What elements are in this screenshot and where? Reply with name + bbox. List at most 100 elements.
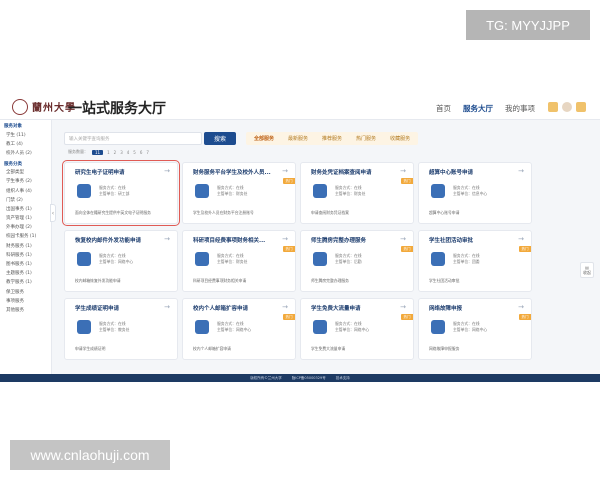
arrow-right-icon[interactable]: → [400, 167, 406, 175]
form-icon [431, 252, 445, 266]
category-tab[interactable]: 收藏服务 [384, 135, 416, 142]
card-description: 申请查阅财务凭证档案 [311, 210, 349, 215]
pager-page[interactable]: 7 [146, 150, 149, 155]
sidebar-item[interactable]: 教学服务 (1) [0, 278, 51, 287]
service-card[interactable]: 财务服务平台学生及校外人员... → 热门 服务方式：在线 主管单位：财务处 学生及校外人… [182, 162, 296, 224]
top-navigation: 首页 服务大厅 我的事项 [436, 103, 535, 114]
sidebar-item[interactable]: 学生 (11) [0, 130, 51, 139]
category-tab[interactable]: 最新服务 [282, 135, 314, 142]
sidebar-item[interactable]: 学生事务 (2) [0, 177, 51, 186]
sidebar-item[interactable]: 资产管理 (1) [0, 214, 51, 223]
sidebar-item[interactable]: 出国事务 (1) [0, 204, 51, 213]
service-card[interactable]: 学生免费大流量申请 → 热门 服务方式：在线 主管单位：网络中心 学生免费大流量申请 [300, 298, 414, 360]
globe-icon [77, 252, 91, 266]
sidebar-item[interactable]: 教工 (4) [0, 139, 51, 148]
sidebar-item[interactable]: 保卫服务 [0, 287, 51, 296]
arrow-right-icon[interactable]: → [282, 235, 288, 243]
category-tab[interactable]: 全部服务 [248, 135, 280, 142]
pager-page[interactable]: 4 [127, 150, 130, 155]
apps-icon[interactable] [548, 102, 558, 112]
pager-page[interactable]: 1 [107, 150, 110, 155]
card-description: 学生及校外人员在财务平台注册账号 [193, 210, 254, 215]
arrow-right-icon[interactable]: → [400, 303, 406, 311]
mail-icon [195, 320, 209, 334]
search-button[interactable]: 搜索 [204, 132, 236, 145]
arrow-right-icon[interactable]: → [400, 235, 406, 243]
card-meta: 服务方式：在线 主管单位：网络中心 [335, 321, 369, 333]
nav-home[interactable]: 首页 [436, 103, 451, 114]
sidebar-item[interactable]: 全部类型 [0, 168, 51, 177]
sidebar-item[interactable]: 事项服务 [0, 296, 51, 305]
service-card[interactable]: 学生社团活动审批 → 热门 服务方式：在线 主管单位：团委 学生社团活动审批 [418, 230, 532, 292]
float-button-label: 收起 [583, 269, 591, 275]
card-meta: 服务方式：在线 主管单位：信息中心 [453, 185, 487, 197]
arrow-right-icon[interactable]: → [282, 167, 288, 175]
service-card[interactable]: 研究生电子证明申请 → 服务方式：在线 主管单位：研工部 面向全体在籍研究生提供中英文电… [62, 160, 180, 226]
hot-badge: 热门 [401, 178, 413, 184]
card-department: 主管单位：网络中心 [453, 327, 488, 332]
card-department: 主管单位：财务处 [335, 191, 366, 196]
card-description: 面向全体在籍研究生提供中英文电子证明服务 [75, 210, 151, 215]
clipboard-icon [313, 252, 327, 266]
notification-icon[interactable] [576, 102, 586, 112]
sidebar-item[interactable]: 科研服务 (1) [0, 250, 51, 259]
nav-service-hall[interactable]: 服务大厅 [463, 103, 493, 114]
float-collapse-button[interactable]: ▤ 收起 [580, 262, 594, 278]
sidebar-collapse-button[interactable]: ‹ [50, 204, 56, 222]
sidebar-item[interactable]: 外事办理 (2) [0, 223, 51, 232]
card-department: 主管单位：网络中心 [335, 327, 370, 332]
avatar-icon[interactable] [562, 102, 572, 112]
flask-icon [431, 184, 445, 198]
service-card[interactable]: 学生成绩证明申请 → 服务方式：在线 主管单位：教务处 申请学生成绩证明 [64, 298, 178, 360]
service-card[interactable]: 校内个人邮箱扩容申请 → 热门 服务方式：在线 主管单位：网络中心 校内个人邮箱扩容申请 [182, 298, 296, 360]
search-input[interactable]: 输入关键字查询服务 [64, 132, 202, 145]
card-title: 恢复校内邮件外发功能申请 [75, 238, 142, 244]
category-tab[interactable]: 热门服务 [350, 135, 382, 142]
card-department: 主管单位：财务处 [217, 259, 248, 264]
sidebar-item[interactable]: 组织人事 (4) [0, 186, 51, 195]
arrow-right-icon[interactable]: → [518, 167, 524, 175]
service-card[interactable]: 财务处凭证档案查阅申请 → 热门 服务方式：在线 主管单位：财务处 申请查阅财务凭证档案 [300, 162, 414, 224]
toolbar: 输入关键字查询服务 搜索 全部服务 最新服务 推荐服务 热门服务 收藏服务 [64, 130, 584, 146]
arrow-right-icon[interactable]: → [164, 167, 170, 175]
pager-page[interactable]: 2 [114, 150, 117, 155]
category-tab[interactable]: 推荐服务 [316, 135, 348, 142]
sidebar: 服务对象 学生 (11) 教工 (4) 校外人员 (2) 服务分类 全部类型 学生事务 (2… [0, 120, 52, 374]
category-tabs: 全部服务 最新服务 推荐服务 热门服务 收藏服务 [246, 132, 419, 145]
sidebar-item[interactable]: 图书服务 (1) [0, 259, 51, 268]
arrow-right-icon[interactable]: → [282, 303, 288, 311]
card-meta: 服务方式：在线 主管单位：团委 [453, 253, 480, 265]
service-card[interactable]: 恢复校内邮件外发功能申请 → 服务方式：在线 主管单位：网络中心 校内邮箱恢复外发功能申… [64, 230, 178, 292]
pager-page[interactable]: 6 [140, 150, 143, 155]
sidebar-item[interactable]: 校外人员 (2) [0, 148, 51, 157]
sidebar-item[interactable]: 其他服务 [0, 305, 51, 314]
arrow-right-icon[interactable]: → [518, 235, 524, 243]
arrow-right-icon[interactable]: → [164, 303, 170, 311]
sidebar-item[interactable]: 财务服务 (1) [0, 241, 51, 250]
service-card-grid: 研究生电子证明申请 → 服务方式：在线 主管单位：研工部 面向全体在籍研究生提供中英文电… [62, 160, 532, 362]
hot-badge: 热门 [401, 246, 413, 252]
service-card[interactable]: 师生腾房完整办理服务 → 热门 服务方式：在线 主管单位：后勤 师生腾房完整办理服务 [300, 230, 414, 292]
card-title: 学生免费大流量申请 [311, 306, 361, 312]
hot-badge: 热门 [401, 314, 413, 320]
arrow-right-icon[interactable]: → [518, 303, 524, 311]
card-meta: 服务方式：在线 主管单位：网络中心 [99, 253, 133, 265]
service-hall-app: 蘭州大學 一站式服务大厅 首页 服务大厅 我的事项 服务对象 学生 (11) 教工 … [0, 94, 600, 382]
card-department: 主管单位：财务处 [217, 191, 248, 196]
data-icon [313, 320, 327, 334]
network-icon [431, 320, 445, 334]
sidebar-item[interactable]: 主题服务 (1) [0, 269, 51, 278]
sidebar-item[interactable]: 门禁 (2) [0, 195, 51, 204]
service-card[interactable]: 超算中心账号申请 → 服务方式：在线 主管单位：信息中心 超算中心账号申请 [418, 162, 532, 224]
arrow-right-icon[interactable]: → [164, 235, 170, 243]
service-card[interactable]: 科研项目经费事项财务相关... → 热门 服务方式：在线 主管单位：财务处 科研项目经费事… [182, 230, 296, 292]
service-card[interactable]: 网络故障申报 → 热门 服务方式：在线 主管单位：网络中心 网络故障申报服务 [418, 298, 532, 360]
pager-page[interactable]: 3 [120, 150, 123, 155]
card-department: 主管单位：团委 [453, 259, 480, 264]
nav-my-items[interactable]: 我的事项 [505, 103, 535, 114]
pager-page[interactable]: 5 [133, 150, 136, 155]
sidebar-item[interactable]: 校园卡服务 (1) [0, 232, 51, 241]
card-title: 科研项目经费事项财务相关... [193, 238, 266, 244]
hot-badge: 热门 [519, 314, 531, 320]
card-meta: 服务方式：在线 主管单位：研工部 [99, 185, 129, 197]
